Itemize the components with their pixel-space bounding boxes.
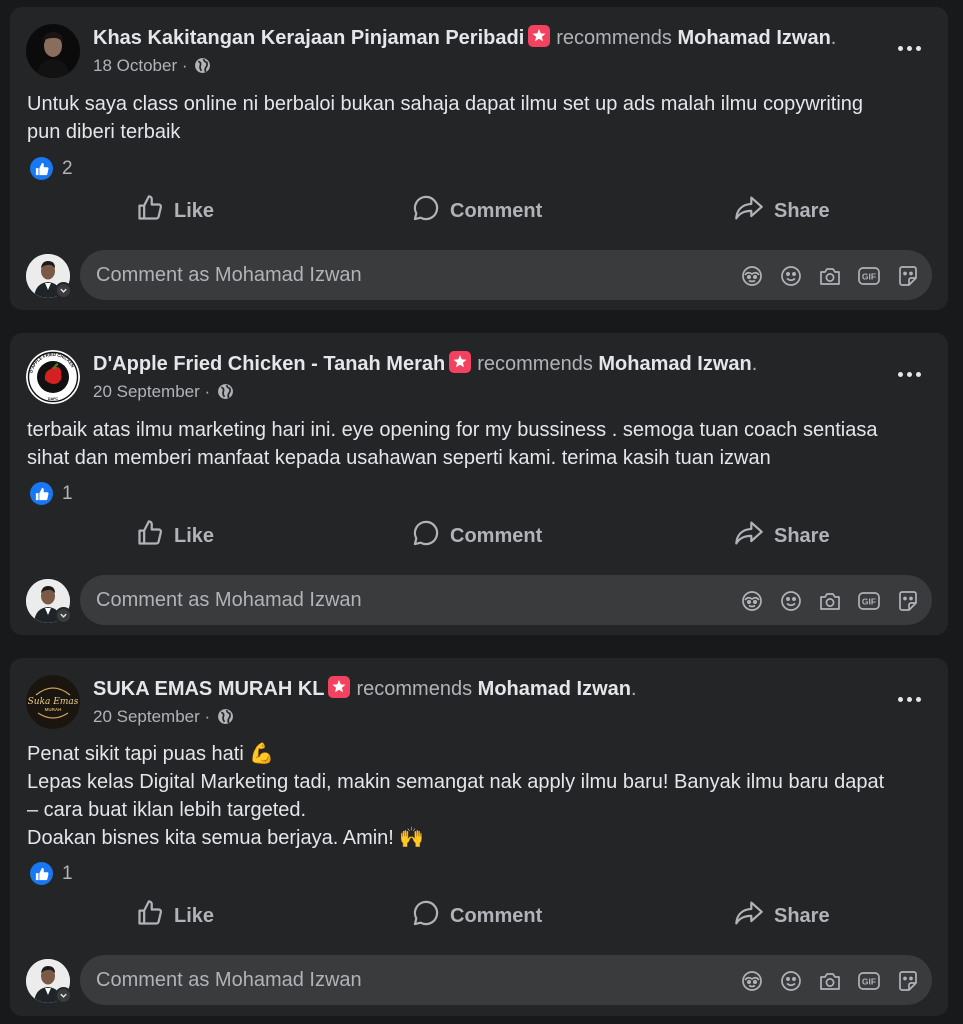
logo-sub-text: MURAH [45,707,62,712]
comment-button[interactable]: Comment [412,514,542,558]
comment-placeholder: Comment as Mohamad Izwan [96,969,362,991]
author-name[interactable]: D'Apple Fried Chicken - Tanah Merah [93,353,445,375]
avatar-sticker-icon[interactable] [739,588,764,613]
comment-input[interactable]: Comment as Mohamad Izwan GIF [80,250,932,300]
action-bar: Like Comment Share [10,514,948,558]
more-options-button[interactable] [894,41,924,55]
comment-button[interactable]: Comment [412,189,542,233]
svg-text:GIF: GIF [861,976,875,986]
reaction-summary[interactable]: 1 [30,482,73,505]
more-options-button[interactable] [894,367,924,381]
like-thumb-icon [136,519,164,553]
comment-composer: Comment as Mohamad Izwan GIF [10,250,948,302]
emoji-icon[interactable] [778,588,803,613]
recommend-star-icon [449,351,472,373]
post-text: Untuk saya class online ni berbaloi buka… [27,93,864,143]
action-bar: Like Comment Share [10,894,948,938]
review-card: D'APPLE FRIED CHICKEN DAFC D'Apple Fried… [10,333,948,635]
author-avatar[interactable]: Suka Emas MURAH [26,675,80,729]
comment-placeholder: Comment as Mohamad Izwan [96,589,362,611]
share-arrow-icon [734,899,764,933]
recommends-text: recommends [477,353,593,375]
emoji-icon[interactable] [778,263,803,288]
post-meta: 20 September · [93,381,234,406]
logo-sub-text: DAFC [48,397,58,401]
reaction-count: 1 [62,482,73,504]
comment-bubble-icon [412,194,440,228]
post-date[interactable]: 20 September [93,382,200,401]
post-header: SUKA EMAS MURAH KL recommends Mohamad Izw… [93,676,637,700]
post-date[interactable]: 18 October [93,56,177,75]
share-button[interactable]: Share [734,514,830,558]
author-avatar[interactable] [26,24,80,78]
recommended-page-name[interactable]: Mohamad Izwan [598,353,751,375]
emoji-icon[interactable] [778,968,803,993]
recommends-text: recommends [556,27,672,49]
review-card: Khas Kakitangan Kerajaan Pinjaman Periba… [10,7,948,310]
gif-icon[interactable]: GIF [856,263,881,288]
review-card: Suka Emas MURAH SUKA EMAS MURAH KL recomm… [10,658,948,1016]
camera-icon[interactable] [817,588,842,613]
post-header: D'Apple Fried Chicken - Tanah Merah recom… [93,351,758,375]
reaction-count: 1 [62,862,73,884]
camera-icon[interactable] [817,263,842,288]
recommended-page-name[interactable]: Mohamad Izwan [478,678,631,700]
author-avatar[interactable]: D'APPLE FRIED CHICKEN DAFC [26,350,80,404]
author-name[interactable]: Khas Kakitangan Kerajaan Pinjaman Periba… [93,27,524,49]
post-text: terbaik atas ilmu marketing hari ini. ey… [27,419,878,469]
comment-input[interactable]: Comment as Mohamad Izwan GIF [80,575,932,625]
chevron-down-icon[interactable] [55,282,72,299]
globe-icon [194,57,211,80]
sticker-icon[interactable] [895,263,920,288]
share-button[interactable]: Share [734,189,830,233]
comment-bubble-icon [412,899,440,933]
recommended-page-name[interactable]: Mohamad Izwan [677,27,830,49]
comment-button[interactable]: Comment [412,894,542,938]
camera-icon[interactable] [817,968,842,993]
like-reaction-icon [30,862,53,885]
reaction-count: 2 [62,157,73,179]
post-text: Penat sikit tapi puas hati 💪 Lepas kelas… [27,743,885,849]
chevron-down-icon[interactable] [55,607,72,624]
post-meta: 18 October · [93,55,211,80]
post-meta: 20 September · [93,706,234,731]
like-reaction-icon [30,157,53,180]
share-arrow-icon [734,194,764,228]
action-bar: Like Comment Share [10,189,948,233]
recommend-star-icon [328,676,351,698]
recommend-star-icon [528,25,551,47]
like-thumb-icon [136,899,164,933]
reaction-summary[interactable]: 2 [30,157,73,180]
avatar-sticker-icon[interactable] [739,968,764,993]
share-arrow-icon [734,519,764,553]
svg-text:GIF: GIF [861,271,875,281]
recommends-text: recommends [356,678,473,700]
gif-icon[interactable]: GIF [856,588,881,613]
globe-icon [217,383,234,406]
like-button[interactable]: Like [136,894,214,938]
comment-input[interactable]: Comment as Mohamad Izwan GIF [80,955,932,1005]
share-button[interactable]: Share [734,894,830,938]
comment-composer: Comment as Mohamad Izwan GIF [10,955,948,1007]
comment-bubble-icon [412,519,440,553]
comment-placeholder: Comment as Mohamad Izwan [96,264,362,286]
like-button[interactable]: Like [136,189,214,233]
post-header: Khas Kakitangan Kerajaan Pinjaman Periba… [93,25,837,49]
author-name[interactable]: SUKA EMAS MURAH KL [93,678,324,700]
like-thumb-icon [136,194,164,228]
more-options-button[interactable] [894,692,924,706]
like-reaction-icon [30,482,53,505]
gif-icon[interactable]: GIF [856,968,881,993]
logo-script-text: Suka Emas [28,697,79,707]
post-date[interactable]: 20 September [93,707,200,726]
like-button[interactable]: Like [136,514,214,558]
comment-composer: Comment as Mohamad Izwan GIF [10,575,948,627]
sticker-icon[interactable] [895,588,920,613]
reaction-summary[interactable]: 1 [30,862,73,885]
globe-icon [217,708,234,731]
avatar-sticker-icon[interactable] [739,263,764,288]
svg-text:GIF: GIF [861,596,875,606]
sticker-icon[interactable] [895,968,920,993]
chevron-down-icon[interactable] [55,987,72,1004]
